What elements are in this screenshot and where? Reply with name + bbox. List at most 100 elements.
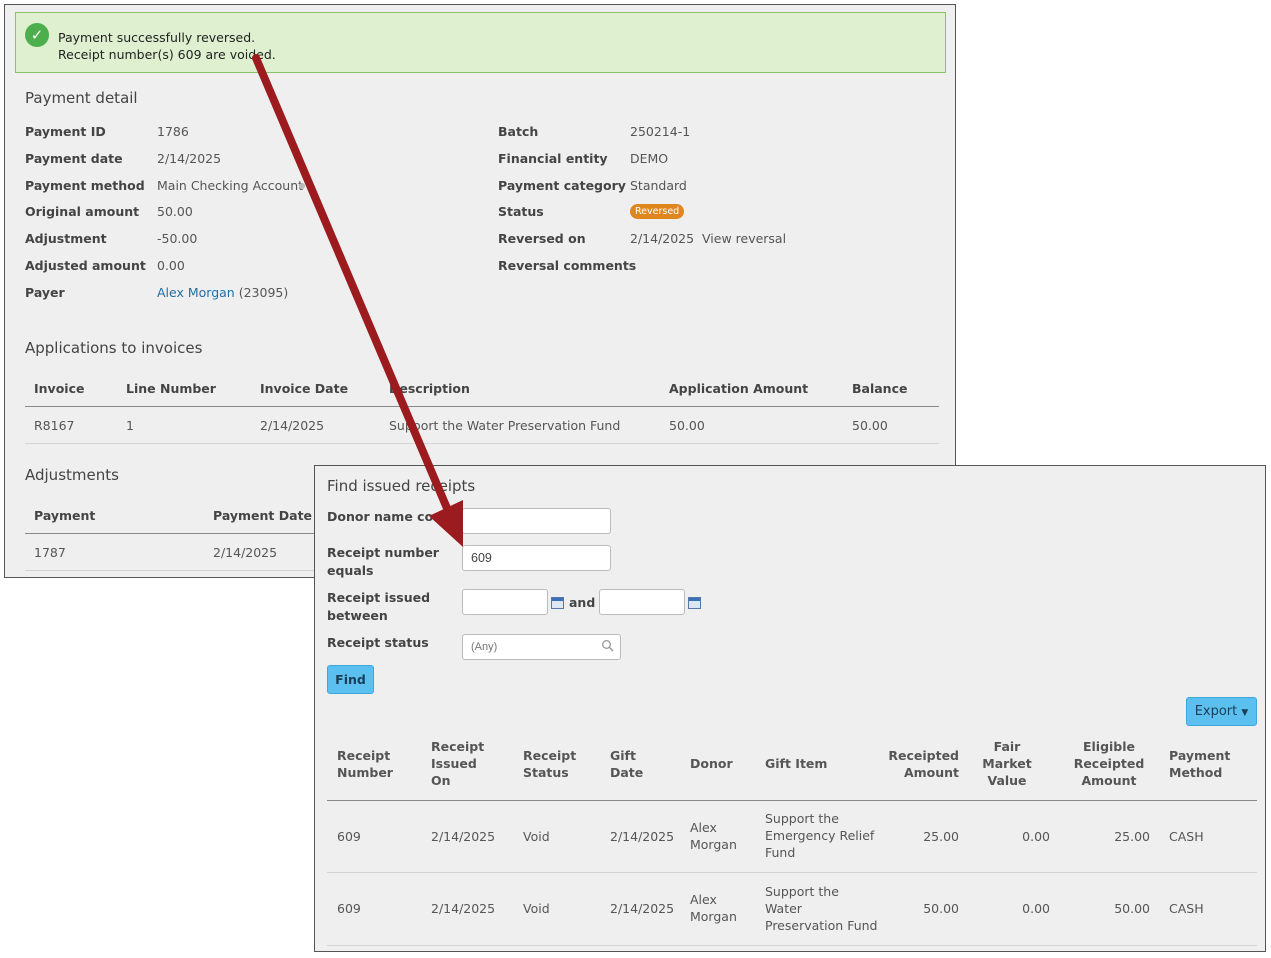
view-reversal-link[interactable]: View reversal (702, 231, 786, 246)
gift-date-cell: 2/14/2025 (610, 829, 675, 844)
payment-id-value: 1786 (157, 124, 189, 139)
eligible-amount-cell: 25.00 (1114, 829, 1150, 844)
receipt-status-select[interactable] (462, 634, 621, 660)
donor-link[interactable]: Alex Morgan (690, 819, 737, 853)
applications-title: Applications to invoices (25, 339, 203, 357)
batch-link[interactable]: 250214-1 (630, 124, 690, 139)
col-receipt-status: Receipt Status (523, 748, 577, 780)
col-gift-item: Gift Item (765, 756, 828, 771)
col-invoice-date: Invoice Date (260, 381, 349, 396)
row-divider (25, 570, 325, 571)
receipted-amount-cell: 50.00 (923, 901, 959, 916)
caret-down-icon: ▼ (1241, 708, 1249, 718)
status-badge: Reversed (630, 204, 685, 219)
original-amount-value: 50.00 (157, 204, 193, 219)
financial-entity-value: DEMO (630, 151, 669, 166)
table-divider (327, 800, 1257, 801)
col-payment-method: Payment Method (1169, 748, 1231, 780)
adjustment-value: -50.00 (157, 231, 198, 246)
batch-label: Batch (498, 124, 539, 139)
payment-method-value: Main Checking Account (157, 178, 304, 193)
payer-id: (23095) (238, 285, 289, 300)
export-button[interactable]: Export ▼ (1186, 697, 1257, 726)
find-receipts-panel: Find issued receipts Donor name contains… (314, 465, 1266, 952)
adjustment-payment-date: 2/14/2025 (213, 545, 278, 560)
invoice-date-cell: 2/14/2025 (260, 418, 325, 433)
reversal-comments-label: Reversal comments (498, 258, 637, 273)
receipt-number-label-1: Receipt number (327, 545, 439, 560)
col-fair-market-value: Fair Market Value (982, 739, 1032, 788)
description-cell: Support the Water Preservation Fund (389, 418, 621, 433)
find-receipts-title: Find issued receipts (327, 477, 476, 495)
col-receipt-number: Receipt Number (337, 748, 393, 780)
receipt-number-input[interactable] (462, 545, 611, 571)
receipted-amount-cell: 25.00 (923, 829, 959, 844)
row-divider (25, 443, 939, 444)
invoice-link[interactable]: R8167 (34, 418, 75, 433)
application-amount-cell: 50.00 (669, 418, 705, 433)
and-label: and (569, 595, 596, 610)
adjusted-amount-value: 0.00 (157, 258, 185, 273)
col-gift-date: Gift Date (610, 748, 644, 780)
payment-method-cell: CASH (1169, 901, 1204, 916)
status-cell: Void (523, 829, 550, 844)
status-cell: Void (523, 901, 550, 916)
export-button-label: Export (1194, 704, 1238, 719)
receipt-issued-label-1: Receipt issued (327, 590, 431, 605)
table-divider (25, 533, 325, 534)
col-eligible-receipted-amount: Eligible Receipted Amount (1073, 739, 1145, 788)
adjustment-payment-link[interactable]: 1787 (34, 545, 66, 560)
col-description: Description (389, 381, 470, 396)
receipt-number-cell: 609 (337, 829, 361, 844)
payment-method-label: Payment method (25, 178, 145, 193)
find-button[interactable]: Find (327, 665, 374, 694)
info-dot-icon (299, 183, 305, 189)
search-icon (602, 640, 614, 652)
donor-link[interactable]: Alex Morgan (690, 891, 737, 925)
gift-date-cell: 2/14/2025 (610, 901, 675, 916)
adjustments-title: Adjustments (25, 466, 119, 484)
payment-date-value: 2/14/2025 (157, 151, 222, 166)
donor-name-input[interactable] (462, 508, 611, 534)
table-divider (25, 406, 939, 407)
calendar-icon[interactable] (688, 597, 701, 609)
col-invoice: Invoice (34, 381, 85, 396)
col-receipted-amount: Receipted Amount (888, 748, 959, 780)
reversed-on-value: 2/14/2025 (630, 231, 695, 246)
gift-item-cell: Support the Emergency Relief Fund (765, 811, 875, 860)
issued-on-cell: 2/14/2025 (431, 829, 496, 844)
calendar-icon[interactable] (551, 597, 564, 609)
payment-method-cell: CASH (1169, 829, 1204, 844)
success-banner: ✓ Payment successfully reversed. Receipt… (15, 12, 946, 73)
status-label: Status (498, 204, 544, 219)
row-divider (327, 945, 1257, 946)
col-donor: Donor (690, 756, 733, 771)
financial-entity-label: Financial entity (498, 151, 608, 166)
fmv-cell: 0.00 (1022, 829, 1050, 844)
line-number-cell: 1 (126, 418, 134, 433)
eligible-amount-cell: 50.00 (1114, 901, 1150, 916)
payment-date-label: Payment date (25, 151, 123, 166)
col-application-amount: Application Amount (669, 381, 809, 396)
banner-line-2: Receipt number(s) 609 are voided. (58, 47, 276, 62)
payer-label: Payer (25, 285, 65, 300)
col-balance: Balance (852, 381, 908, 396)
issued-from-input[interactable] (462, 589, 548, 615)
receipt-status-label: Receipt status (327, 635, 429, 650)
col-payment: Payment (34, 508, 96, 523)
payer-link[interactable]: Alex Morgan (157, 285, 235, 300)
col-receipt-issued-on: Receipt Issued On (431, 739, 485, 788)
payment-category-label: Payment category (498, 178, 626, 193)
col-line-number: Line Number (126, 381, 216, 396)
issued-to-input[interactable] (599, 589, 685, 615)
receipt-issued-label-2: between (327, 608, 388, 623)
receipt-number-cell: 609 (337, 901, 361, 916)
fmv-cell: 0.00 (1022, 901, 1050, 916)
gift-item-cell: Support the Water Preservation Fund (765, 884, 878, 933)
balance-cell: 50.00 (852, 418, 888, 433)
adjustment-label: Adjustment (25, 231, 107, 246)
check-circle-icon: ✓ (25, 23, 49, 47)
original-amount-label: Original amount (25, 204, 140, 219)
adjusted-amount-label: Adjusted amount (25, 258, 146, 273)
col-payment-date: Payment Date (213, 508, 313, 523)
